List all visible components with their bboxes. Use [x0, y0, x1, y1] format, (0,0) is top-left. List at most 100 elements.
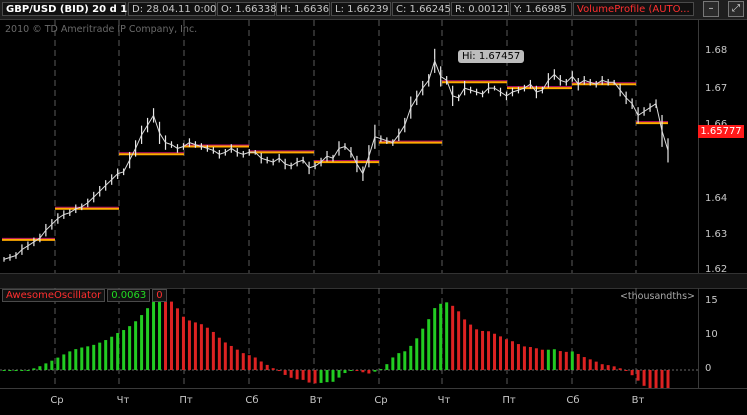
oscillator-bar — [654, 370, 658, 390]
oscillator-bar — [576, 353, 580, 370]
oscillator-bar — [415, 338, 419, 370]
oscillator-bar — [80, 347, 84, 370]
day-label: Вт — [309, 395, 323, 406]
oscillator-bar — [199, 324, 203, 370]
oscillator-bar — [241, 353, 245, 370]
oscillator-bar — [62, 354, 66, 370]
oscillator-bar — [283, 370, 287, 375]
oscillator-bar — [8, 370, 12, 371]
last-price-badge: 1.65777 — [698, 125, 744, 138]
oscillator-bar — [469, 324, 473, 370]
oscillator-bar — [475, 329, 479, 370]
oscillator-bar — [229, 345, 233, 370]
oscillator-bar — [600, 364, 604, 370]
oscillator-bar — [367, 370, 371, 374]
oscillator-bar — [660, 370, 664, 395]
osc-tick: 15 — [705, 295, 718, 306]
maximize-icon[interactable]: ⤢ — [728, 1, 744, 17]
oscillator-bar — [122, 330, 126, 370]
oscillator-bar — [337, 370, 341, 378]
oscillator-bar — [217, 337, 221, 370]
oscillator-bar — [528, 347, 532, 370]
oscillator-bar — [104, 340, 108, 370]
high-readout: H: 1.6636 — [276, 2, 330, 16]
copyright-text: 2010 © TD Ameritrade IP Company, Inc. — [5, 24, 198, 35]
oscillator-bar — [116, 333, 120, 370]
oscillator-bar — [421, 328, 425, 370]
price-chart[interactable] — [0, 20, 698, 273]
oscillator-bar — [516, 344, 520, 370]
oscillator-bar — [588, 359, 592, 370]
oscillator-name[interactable]: AwesomeOscillator — [2, 289, 106, 302]
oscillator-bar — [169, 301, 173, 370]
osc-tick: 0 — [705, 363, 712, 374]
pane-separator[interactable] — [0, 273, 747, 289]
price-chart-svg — [2, 20, 669, 273]
oscillator-bar — [630, 370, 634, 376]
oscillator-bar — [20, 370, 24, 371]
oscillator-bar — [457, 311, 461, 370]
oscillator-svg — [0, 288, 698, 401]
oscillator-bar — [397, 353, 401, 370]
oscillator-bar — [391, 357, 395, 370]
oscillator-bar — [558, 351, 562, 370]
oscillator-bar — [44, 363, 48, 370]
oscillator-bar — [624, 370, 628, 371]
oscillator-bar — [223, 342, 227, 370]
day-label: Вт — [631, 395, 645, 406]
oscillator-bar — [510, 341, 514, 370]
low-readout: L: 1.66239 — [331, 2, 391, 16]
price-tick: 1.68 — [705, 45, 728, 56]
oscillator-bar — [164, 297, 168, 370]
oscillator-bar — [409, 345, 413, 370]
oscillator-bar — [373, 370, 377, 372]
oscillator-bar — [301, 370, 305, 380]
volume-profile-study[interactable]: VolumeProfile (AUTO... — [573, 2, 694, 16]
oscillator-zero-value: 0 — [152, 289, 167, 302]
oscillator-bar — [235, 349, 239, 370]
close-readout: C: 1.66245 — [392, 2, 451, 16]
oscillator-bar — [546, 349, 550, 370]
oscillator-bar — [211, 331, 215, 370]
price-tick: 1.67 — [705, 83, 728, 94]
collapse-icon[interactable]: – — [703, 1, 719, 17]
oscillator-bar — [175, 308, 179, 370]
oscillator-bar — [56, 357, 60, 370]
oscillator-bar — [427, 319, 431, 370]
oscillator-pane[interactable] — [0, 288, 698, 401]
oscillator-bar — [187, 320, 191, 370]
oscillator-bar — [570, 351, 574, 370]
oscillator-bar — [158, 296, 162, 370]
oscillator-bar — [481, 330, 485, 370]
oscillator-bar — [504, 339, 508, 370]
oscillator-bar — [522, 346, 526, 370]
oscillator-bar — [445, 302, 449, 370]
oscillator-bar — [618, 368, 622, 370]
open-readout: O: 1.66338 — [217, 2, 277, 16]
oscillator-axis: 15 10 0 — [698, 288, 747, 388]
oscillator-bar — [361, 370, 365, 373]
price-tick: 1.64 — [705, 193, 728, 204]
oscillator-bar — [110, 336, 114, 370]
oscillator-bar — [493, 333, 497, 370]
oscillator-bar — [295, 370, 299, 380]
day-label: Сб — [566, 395, 580, 406]
oscillator-bar — [612, 366, 616, 370]
symbol-label[interactable]: GBP/USD (BID) 20 d 1h — [2, 2, 134, 16]
oscillator-bar — [277, 370, 281, 372]
oscillator-bar — [487, 331, 491, 370]
oscillator-bar — [582, 357, 586, 370]
osc-tick: 10 — [705, 329, 718, 340]
oscillator-header: AwesomeOscillator 0.0063 0 — [2, 289, 167, 302]
oscillator-bar — [152, 299, 156, 370]
oscillator-bar — [32, 368, 36, 370]
day-label: Ср — [374, 395, 388, 406]
oscillator-bar — [128, 326, 132, 370]
price-tick: 1.63 — [705, 229, 728, 240]
oscillator-bar — [181, 316, 185, 370]
oscillator-bar — [74, 349, 78, 370]
oscillator-bar — [499, 336, 503, 370]
oscillator-bar — [606, 365, 610, 370]
oscillator-bar — [403, 351, 407, 370]
date-readout: D: 28.04.11 0:00 — [128, 2, 216, 16]
